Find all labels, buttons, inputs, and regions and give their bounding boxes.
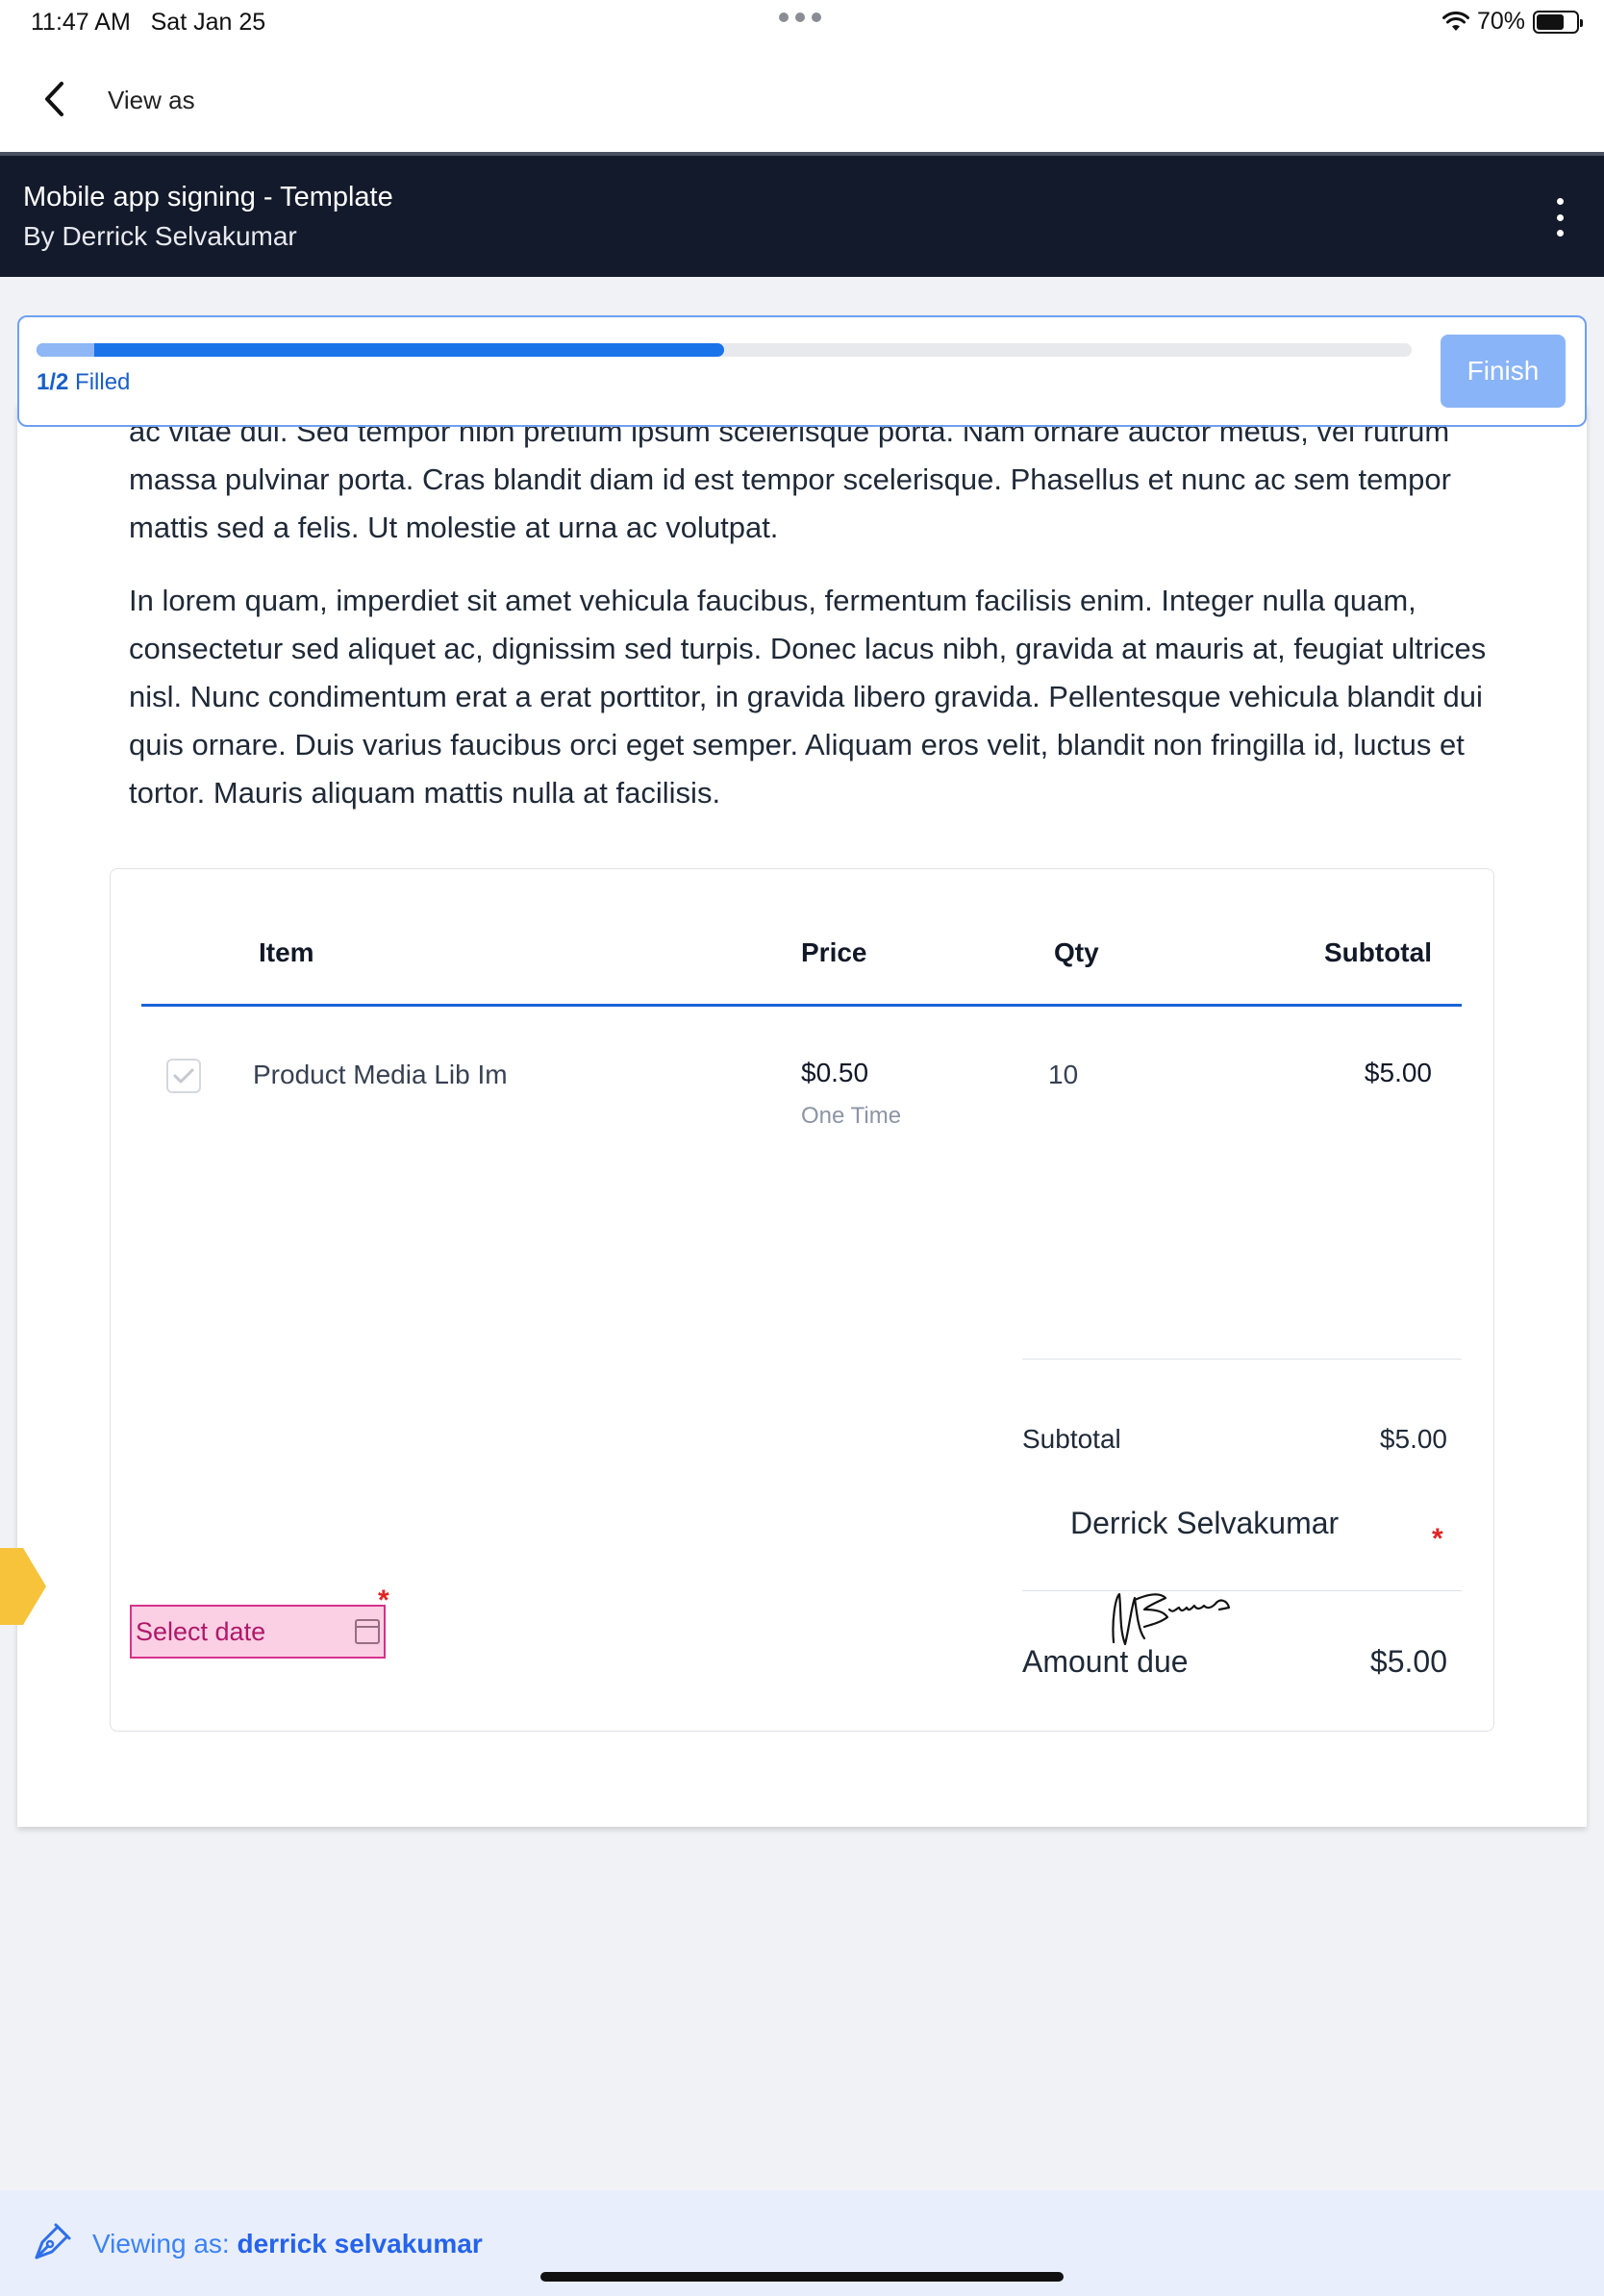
signature-required-mark: * bbox=[1432, 1523, 1443, 1555]
summary-subtotal-value: $5.00 bbox=[1379, 1424, 1447, 1454]
viewing-as-prefix: Viewing as: bbox=[92, 2229, 230, 2259]
row-item-name: Product Media Lib Im bbox=[253, 1060, 508, 1089]
filled-status: 1/2 Filled bbox=[37, 369, 130, 396]
column-header-subtotal: Subtotal bbox=[1324, 937, 1432, 967]
back-button[interactable] bbox=[35, 77, 73, 121]
document-header: Mobile app signing - Template By Derrick… bbox=[0, 152, 1604, 277]
date-placeholder: Select date bbox=[136, 1616, 266, 1646]
status-clock: 11:47 AM bbox=[31, 9, 131, 36]
progress-start-segment bbox=[37, 343, 94, 357]
top-bar: 11:47 AM Sat Jan 25 70% View as bbox=[0, 0, 1604, 152]
row-price: $0.50 bbox=[801, 1058, 869, 1087]
row-subtotal: $5.00 bbox=[1364, 1058, 1432, 1087]
progress-bar bbox=[37, 343, 1412, 357]
pricing-table: Item Price Qty Subtotal Product Media Li… bbox=[110, 868, 1494, 1732]
kebab-menu-icon[interactable] bbox=[1550, 198, 1569, 237]
date-required-mark: * bbox=[378, 1585, 389, 1616]
battery-icon bbox=[1533, 10, 1583, 34]
amount-due-label: Amount due bbox=[1022, 1644, 1189, 1679]
wifi-icon bbox=[1441, 11, 1469, 31]
home-indicator[interactable] bbox=[540, 2272, 1064, 2282]
filled-suffix: Filled bbox=[75, 369, 131, 395]
paragraph-2: In lorem quam, imperdiet sit amet vehicu… bbox=[129, 584, 1487, 810]
progress-card: 1/2 Filled Finish bbox=[17, 315, 1587, 427]
signer-name: Derrick Selvakumar bbox=[1070, 1506, 1340, 1540]
column-header-qty: Qty bbox=[1054, 937, 1099, 967]
pen-nib-icon bbox=[35, 2223, 71, 2259]
summary-divider bbox=[1022, 1359, 1462, 1360]
chevron-left-icon bbox=[45, 82, 63, 116]
amount-due-value: $5.00 bbox=[1369, 1644, 1447, 1679]
viewing-as-text: Viewing as: derrick selvakumar bbox=[92, 2229, 483, 2259]
column-header-price: Price bbox=[801, 937, 867, 967]
multitasking-dots-icon[interactable] bbox=[779, 12, 821, 22]
document-title: Mobile app signing - Template bbox=[23, 182, 393, 212]
header-divider bbox=[141, 1004, 1462, 1007]
nav-title: View as bbox=[108, 86, 195, 114]
status-date: Sat Jan 25 bbox=[150, 9, 266, 36]
battery-percent: 70% bbox=[1476, 8, 1525, 35]
filled-count: 1/2 bbox=[37, 369, 69, 395]
document-author: By Derrick Selvakumar bbox=[23, 221, 297, 251]
row-billing-period: One Time bbox=[801, 1103, 902, 1129]
row-checkbox[interactable] bbox=[166, 1059, 201, 1093]
status-indicators: 70% bbox=[1441, 8, 1583, 36]
column-header-item: Item bbox=[259, 937, 314, 967]
calendar-icon bbox=[355, 1619, 380, 1644]
checkmark-icon bbox=[173, 1068, 194, 1084]
viewing-as-user[interactable]: derrick selvakumar bbox=[237, 2229, 482, 2259]
status-time: 11:47 AM Sat Jan 25 bbox=[31, 9, 265, 37]
field-navigator-tab[interactable] bbox=[0, 1548, 46, 1625]
date-picker-field[interactable]: Select date bbox=[130, 1605, 386, 1659]
progress-fill bbox=[37, 343, 724, 357]
finish-button[interactable]: Finish bbox=[1441, 335, 1566, 408]
viewing-as-footer: Viewing as: derrick selvakumar bbox=[0, 2190, 1604, 2296]
row-qty: 10 bbox=[1048, 1060, 1079, 1089]
paragraph-1: ac vitae dui. Sed tempor nibh pretium ip… bbox=[129, 414, 1451, 544]
summary-subtotal-label: Subtotal bbox=[1022, 1424, 1121, 1454]
